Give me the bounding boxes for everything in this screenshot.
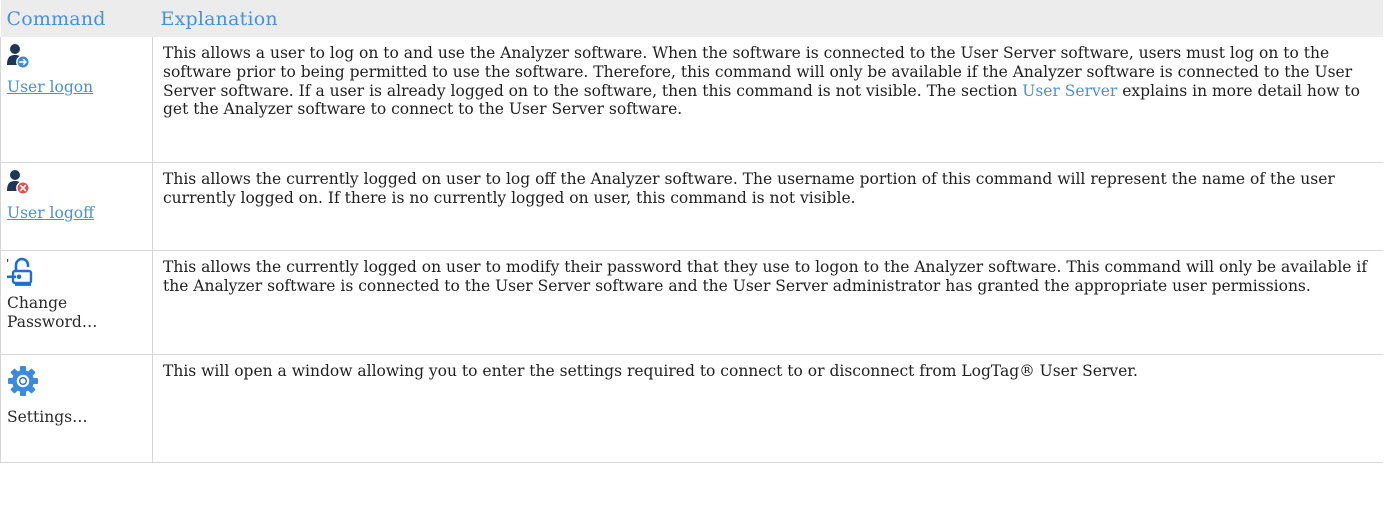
description-cell: This allows the currently logged on user… [152,250,1383,355]
description-cell: This will open a window allowing you to … [152,354,1383,463]
user-logon-link[interactable]: User logon [7,78,93,96]
table-row: User logoff This allows the currently lo… [0,162,1383,251]
table-row: Change Password… This allows the current… [0,250,1383,355]
description-cell: This allows a user to log on to and use … [152,37,1383,163]
command-cell: Settings… [0,354,153,463]
commands-table: Command Explanation User logon This allo… [0,0,1383,463]
command-cell: User logoff [0,162,153,251]
header-explanation: Explanation [152,0,1383,37]
change-password-label[interactable]: Change Password… [7,294,97,331]
user-logon-icon [7,43,148,76]
table-row: Settings… This will open a window allowi… [0,354,1383,463]
command-cell: User logon [0,37,153,163]
table-row: User logon This allows a user to log on … [0,37,1383,163]
change-password-icon [7,257,148,292]
header-command: Command [0,0,153,37]
command-cell: Change Password… [0,250,153,355]
user-logoff-icon [7,169,148,202]
user-logoff-link[interactable]: User logoff [7,204,94,222]
description-cell: This allows the currently logged on user… [152,162,1383,251]
table-header-row: Command Explanation [0,0,1383,37]
settings-gear-icon [7,365,148,402]
settings-label[interactable]: Settings… [7,408,88,426]
user-server-link[interactable]: User Server [1022,82,1117,100]
